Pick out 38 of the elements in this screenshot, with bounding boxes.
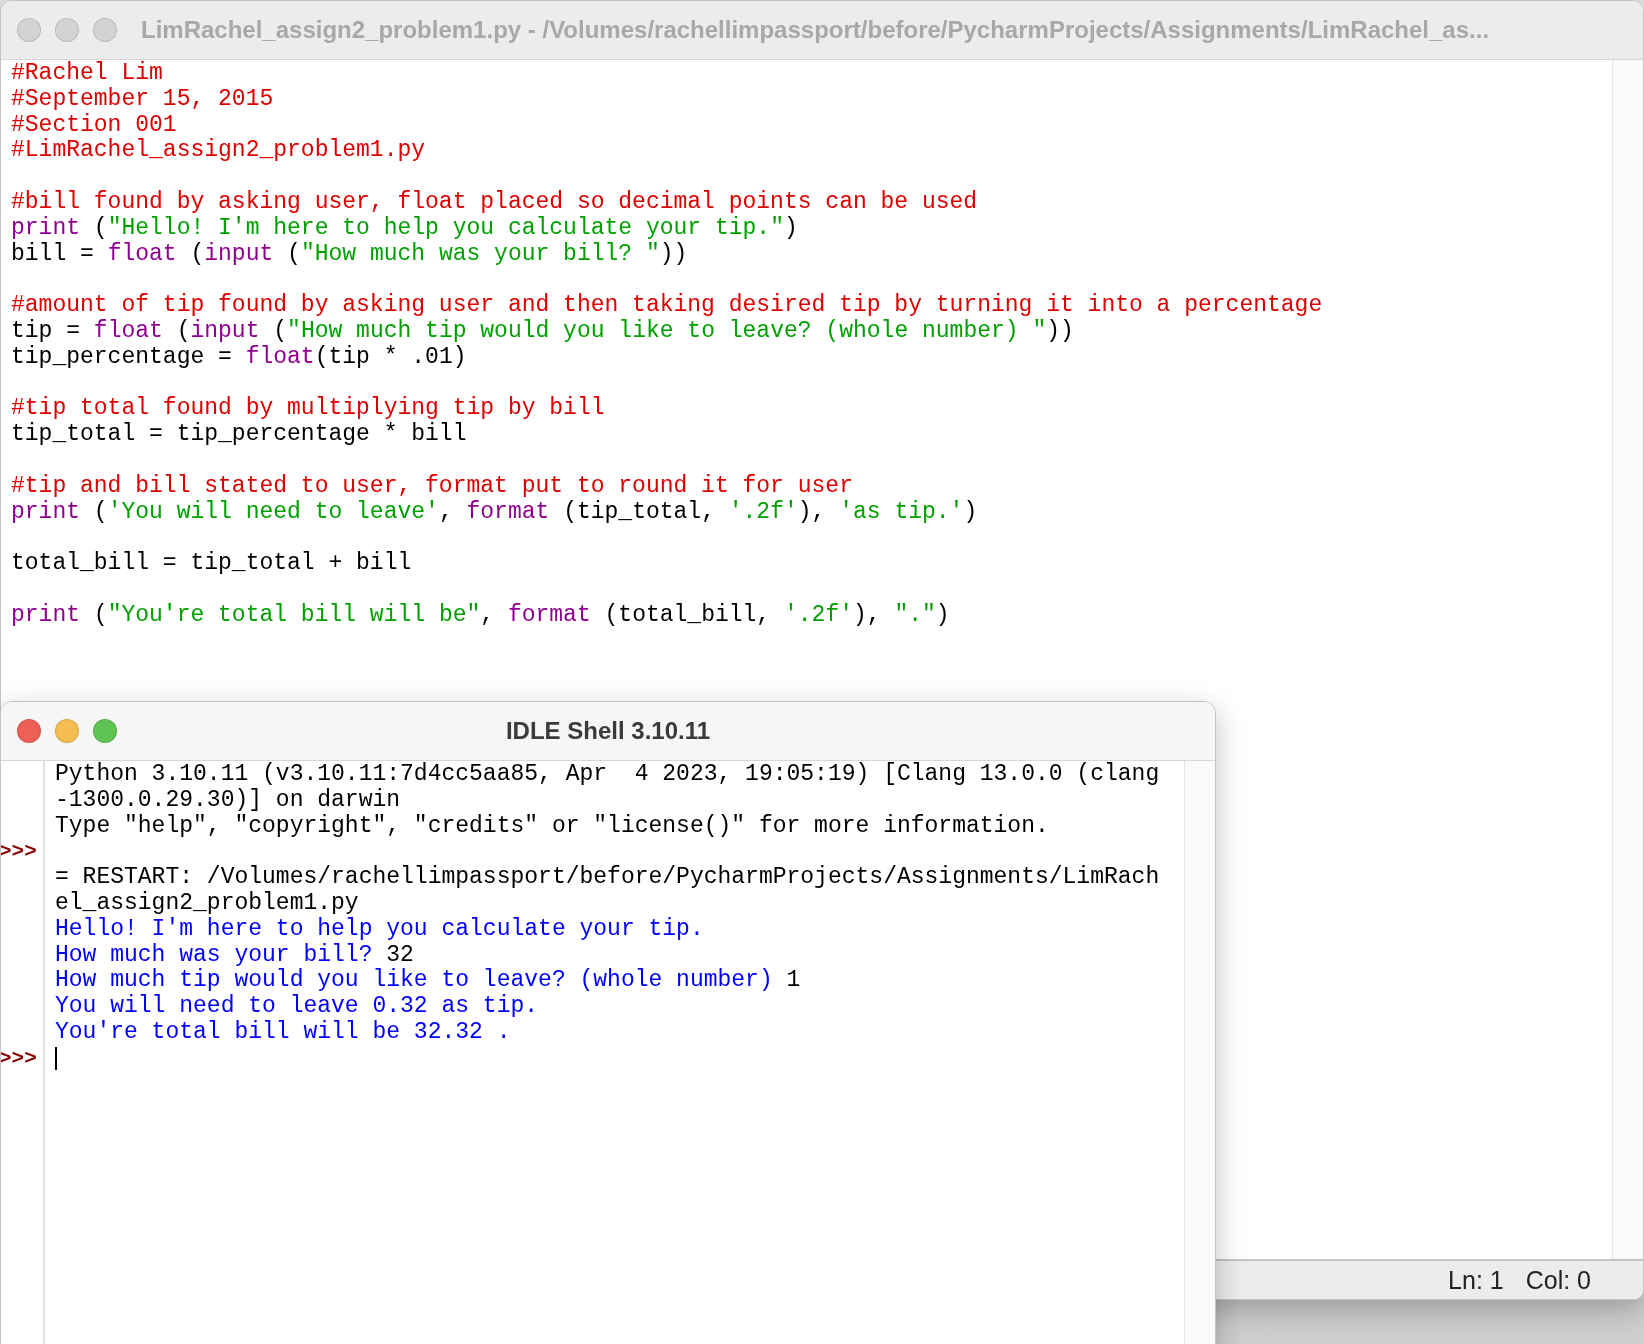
code-line: bill = float (input ("How much was your bill? ")) <box>11 241 689 268</box>
console-line: Type "help", "copyright", "credits" or "license()" for more information. <box>55 813 1050 840</box>
minimize-button[interactable] <box>55 719 79 743</box>
window-title: IDLE Shell 3.10.11 <box>505 717 711 745</box>
close-button[interactable] <box>17 719 41 743</box>
code-line: #amount of tip found by asking user and then taking desired tip by turning it into a percentage <box>11 293 1324 319</box>
console-line: You will need to leave 0.32 as tip. <box>55 994 540 1020</box>
code-line: #LimRachel_assign2_problem1.py <box>11 138 427 165</box>
column-number: Col: 0 <box>1525 1265 1591 1295</box>
code-line: tip_total = tip_percentage * bill <box>11 422 468 448</box>
window-title: LimRachel_assign2_problem1.py - /Volumes/rachellimpassport/before/PycharmProjects/Assignments/LimRachel_as... <box>141 16 1490 44</box>
code-line: #tip and bill stated to user, format put to round it for user <box>11 473 854 500</box>
code-line: print ("Hello! I'm here to help you calculate your tip.") <box>11 215 799 242</box>
console-line: -1300.0.29.30)] on darwin <box>55 787 402 814</box>
zoom-button[interactable] <box>93 18 117 42</box>
code-line: print ("You're total bill will be", format (total_bill, '.2f'), ".") <box>11 602 951 629</box>
console-line: Hello! I'm here to help you calculate your tip. <box>55 916 705 943</box>
console-line: el_assign2_problem1.py <box>55 891 360 917</box>
code-line: #Rachel Lim <box>11 61 164 87</box>
close-button[interactable] <box>17 18 41 42</box>
console-line: How much tip would you like to leave? (whole number) 1 <box>55 968 802 994</box>
code-line: #September 15, 2015 <box>11 86 275 113</box>
console-line: Python 3.10.11 (v3.10.11:7d4cc5aa85, Apr 4 2023, 19:05:19) [Clang 13.0.0 (clang <box>55 762 1161 788</box>
code-line: #bill found by asking user, float placed so decimal points can be used <box>11 190 979 216</box>
console-line: How much was your bill? 32 <box>55 942 415 968</box>
minimize-button[interactable] <box>55 18 79 42</box>
console-line: You're total bill will be 32.32 . <box>55 1019 512 1046</box>
console-line: = RESTART: /Volumes/rachellimpassport/before/PycharmProjects/Assignments/LimRach <box>55 865 1161 891</box>
zoom-button[interactable] <box>93 719 117 743</box>
code-line: tip_percentage = float(tip * .01) <box>11 344 468 371</box>
code-line: tip = float (input ("How much tip would you like to leave? (whole number) ")) <box>11 318 1075 345</box>
code-line: #tip total found by multiplying tip by bill <box>11 396 606 422</box>
scrollbar[interactable] <box>1184 761 1215 1344</box>
line-number: Ln: 1 <box>1448 1265 1504 1295</box>
code-line: total_bill = tip_total + bill <box>11 551 413 577</box>
scrollbar[interactable] <box>1612 60 1643 1259</box>
code-line: print ('You will need to leave', format (tip_total, '.2f'), 'as tip.') <box>11 499 979 526</box>
code-line: #Section 001 <box>11 112 178 138</box>
